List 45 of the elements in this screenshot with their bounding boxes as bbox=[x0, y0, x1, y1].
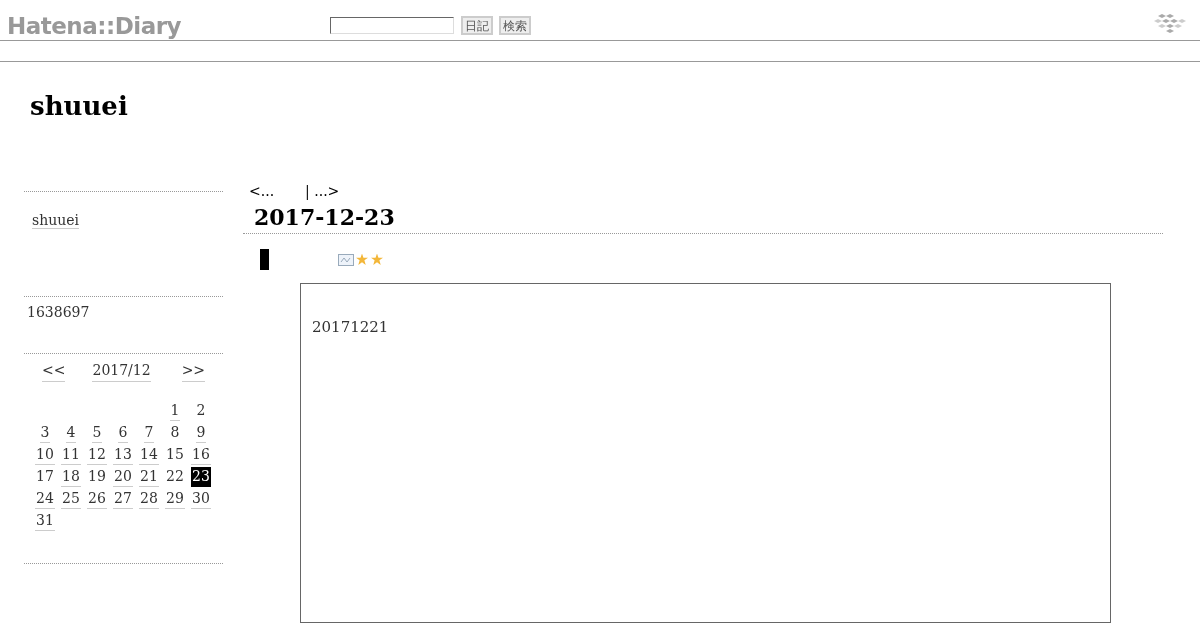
calendar-day[interactable]: 18 bbox=[61, 467, 81, 487]
toolbar-button[interactable]: 検索 bbox=[499, 16, 531, 35]
calendar-day[interactable]: 3 bbox=[39, 423, 51, 443]
calendar-day[interactable]: 13 bbox=[113, 445, 133, 465]
calendar-day[interactable]: 30 bbox=[191, 489, 211, 509]
calendar-day[interactable]: 9 bbox=[195, 423, 207, 443]
search-field[interactable] bbox=[330, 17, 454, 34]
calendar-day[interactable]: 5 bbox=[91, 423, 103, 443]
profile-link[interactable]: shuuei bbox=[32, 212, 79, 229]
calendar-day[interactable]: 28 bbox=[139, 489, 159, 509]
calendar-day[interactable]: 26 bbox=[87, 489, 107, 509]
calendar-day[interactable]: 31 bbox=[35, 511, 55, 531]
calendar-day: 22 bbox=[165, 467, 185, 487]
calendar-day[interactable]: 20 bbox=[113, 467, 133, 487]
previous-month-link[interactable]: << bbox=[42, 360, 66, 382]
next-day-link[interactable]: | ...> bbox=[305, 181, 340, 202]
calendar-day[interactable]: 4 bbox=[65, 423, 77, 443]
calendar-day[interactable]: 29 bbox=[165, 489, 185, 509]
diary-title[interactable]: shuuei bbox=[30, 93, 1200, 119]
calendar-day[interactable]: 27 bbox=[113, 489, 133, 509]
calendar-day[interactable]: 14 bbox=[139, 445, 159, 465]
calendar-day: 2 bbox=[195, 401, 207, 421]
calendar-day[interactable]: 6 bbox=[117, 423, 129, 443]
calendar-day[interactable]: 16 bbox=[191, 445, 211, 465]
section-marker-icon bbox=[260, 249, 269, 270]
calendar-day[interactable]: 7 bbox=[143, 423, 155, 443]
calendar-day[interactable]: 25 bbox=[61, 489, 81, 509]
calendar-day: 15 bbox=[165, 445, 185, 465]
calendar-day[interactable]: 24 bbox=[35, 489, 55, 509]
next-month-link[interactable]: >> bbox=[181, 360, 206, 382]
entry-date[interactable]: 2017-12-23 bbox=[254, 202, 1163, 232]
calendar-day[interactable]: 10 bbox=[35, 445, 55, 465]
calendar-day[interactable]: 21 bbox=[139, 467, 159, 487]
calendar-day[interactable]: 1 bbox=[169, 401, 181, 421]
entry-text: 20171221 bbox=[312, 317, 390, 338]
month-link[interactable]: 2017/12 bbox=[92, 360, 151, 382]
toolbar-button[interactable]: 日記 bbox=[461, 16, 493, 35]
calendar-day[interactable]: 23 bbox=[191, 467, 211, 487]
calendar-day[interactable]: 12 bbox=[87, 445, 107, 465]
access-counter: 1638697 bbox=[27, 304, 90, 320]
calendar-day: 17 bbox=[35, 467, 55, 487]
calendar-day[interactable]: 11 bbox=[61, 445, 81, 465]
calendar-day: 8 bbox=[169, 423, 181, 443]
previous-day-link[interactable]: <... bbox=[249, 181, 275, 202]
calendar-day: 19 bbox=[87, 467, 107, 487]
